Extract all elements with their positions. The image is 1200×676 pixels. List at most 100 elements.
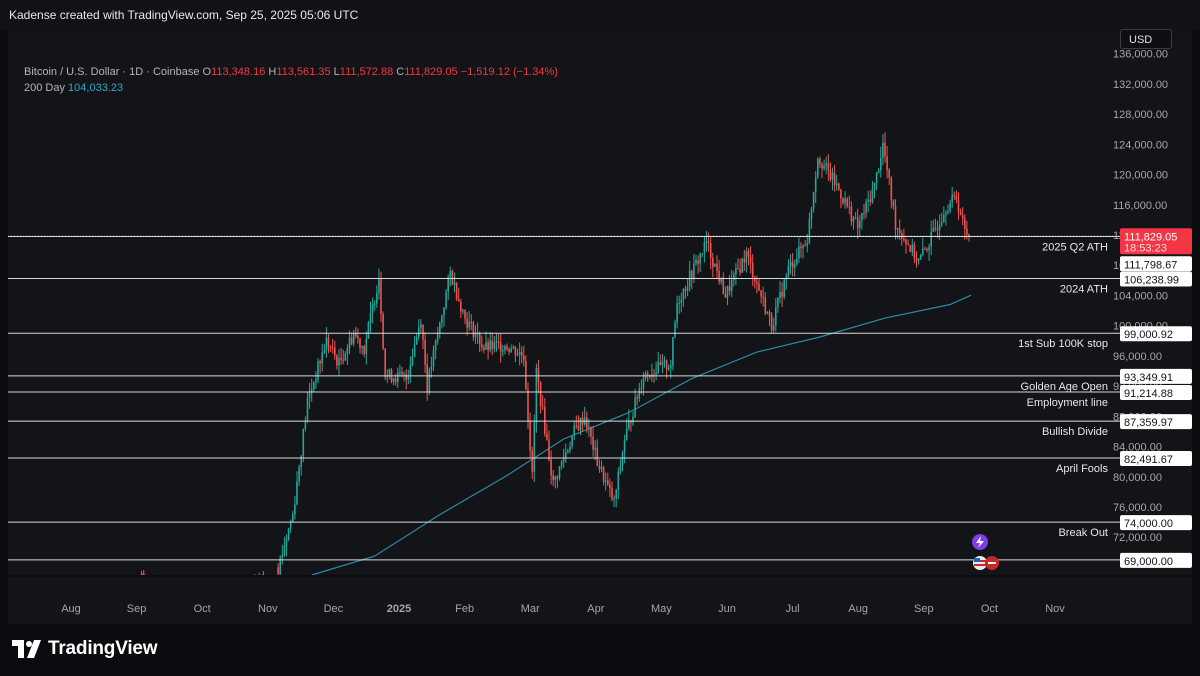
- candle-body: [432, 350, 435, 368]
- candle-body: [896, 228, 899, 230]
- level-value: 82,491.67: [1124, 454, 1173, 466]
- y-tick-label: 128,000.00: [1113, 109, 1168, 121]
- candle-body: [562, 458, 565, 462]
- candle-body: [676, 303, 678, 323]
- candle-body: [863, 213, 865, 215]
- candle-body: [959, 211, 962, 216]
- candle-body: [961, 215, 964, 219]
- candle-body: [323, 350, 326, 353]
- candle-body: [424, 340, 426, 365]
- candle-body: [470, 321, 473, 323]
- candle-body: [875, 172, 878, 183]
- candle-body: [292, 514, 294, 523]
- candle-body: [485, 342, 487, 350]
- candle-body: [518, 351, 521, 355]
- candle-body: [924, 248, 926, 250]
- candle-body: [497, 341, 500, 343]
- candle-body: [867, 199, 869, 202]
- candle-body: [733, 274, 735, 280]
- y-tick-label: 76,000.00: [1113, 502, 1162, 514]
- candle-body: [598, 465, 601, 469]
- candle-body: [817, 158, 819, 178]
- candle-body: [388, 369, 391, 376]
- candle-body: [886, 156, 888, 171]
- candle-body: [709, 243, 712, 258]
- candle-body: [806, 243, 809, 246]
- candle-body: [903, 238, 905, 240]
- open-value: 113,348.16: [211, 66, 266, 78]
- candle-body: [642, 378, 645, 389]
- chart-area[interactable]: 2025 Q2 ATH 2024 ATH 1st Sub 100K stop Gold…: [8, 30, 1192, 624]
- candle-body: [449, 270, 452, 277]
- candle-body: [686, 286, 689, 291]
- candle-body: [504, 346, 506, 351]
- candle-body: [493, 342, 496, 349]
- candle-body: [840, 189, 842, 199]
- level-value: 69,000.00: [1124, 556, 1173, 568]
- candle-body: [575, 425, 578, 427]
- candle-body: [554, 476, 557, 481]
- candle-body: [640, 388, 643, 390]
- price-chart[interactable]: 2025 Q2 ATH 2024 ATH 1st Sub 100K stop Gold…: [8, 30, 1192, 624]
- candle-body: [634, 397, 636, 417]
- candle-body: [922, 248, 924, 255]
- candle-body: [567, 450, 569, 453]
- level-label: Golden Age Open: [1021, 381, 1108, 393]
- candle-body: [520, 351, 523, 356]
- x-tick-label: Mar: [521, 603, 540, 615]
- candle-body: [730, 279, 733, 292]
- candle-body: [415, 336, 418, 345]
- candle-body: [636, 397, 638, 399]
- candle-body: [936, 229, 939, 231]
- candle-body: [336, 355, 338, 366]
- y-tick-label: 136,000.00: [1113, 49, 1168, 61]
- candle-body: [588, 427, 590, 429]
- candle-body: [285, 539, 288, 547]
- candle-body: [472, 322, 475, 338]
- x-tick-label: May: [651, 603, 672, 615]
- candle-body: [289, 522, 292, 529]
- candle-body: [365, 338, 368, 354]
- candle-body: [617, 471, 620, 490]
- candle-body: [678, 302, 680, 304]
- candle-body: [661, 361, 664, 365]
- y-tick-label: 96,000.00: [1113, 351, 1162, 363]
- candle-body: [489, 340, 491, 351]
- candle-body: [418, 327, 420, 337]
- economic-event-icon[interactable]: [985, 556, 999, 570]
- candle-body: [751, 262, 754, 278]
- x-tick-label: Feb: [455, 603, 474, 615]
- candle-body: [915, 258, 918, 261]
- candle-body: [609, 484, 611, 488]
- us-flag-event-icon[interactable]: [973, 556, 987, 570]
- candle-body: [848, 206, 851, 208]
- candle-body: [785, 275, 788, 280]
- candle-body: [512, 347, 515, 349]
- ma-label: 200 Day: [24, 82, 65, 94]
- level-value: 93,349.91: [1124, 372, 1173, 384]
- tradingview-logo[interactable]: TradingView: [12, 638, 158, 660]
- candle-body: [632, 416, 634, 423]
- candle-body: [953, 194, 956, 196]
- candle-body: [892, 200, 895, 207]
- candle-body: [693, 263, 695, 279]
- candle-body: [928, 246, 930, 251]
- candle-body: [625, 428, 628, 441]
- candle-body: [638, 388, 641, 399]
- candle-body: [793, 263, 796, 268]
- currency-button[interactable]: USD: [1120, 29, 1172, 49]
- candle-body: [378, 279, 380, 293]
- candle-body: [775, 307, 777, 326]
- candle-body: [430, 367, 433, 370]
- candle-body: [394, 378, 397, 383]
- candle-body: [514, 347, 517, 356]
- candle-body: [348, 337, 351, 349]
- candle-body: [691, 270, 693, 279]
- candle-body: [655, 372, 657, 375]
- candle-body: [439, 322, 441, 334]
- candle-body: [294, 504, 296, 515]
- candle-body: [327, 337, 330, 347]
- lightning-event-icon[interactable]: [972, 534, 988, 550]
- candle-body: [829, 169, 832, 180]
- x-tick-label: 2025: [387, 603, 411, 615]
